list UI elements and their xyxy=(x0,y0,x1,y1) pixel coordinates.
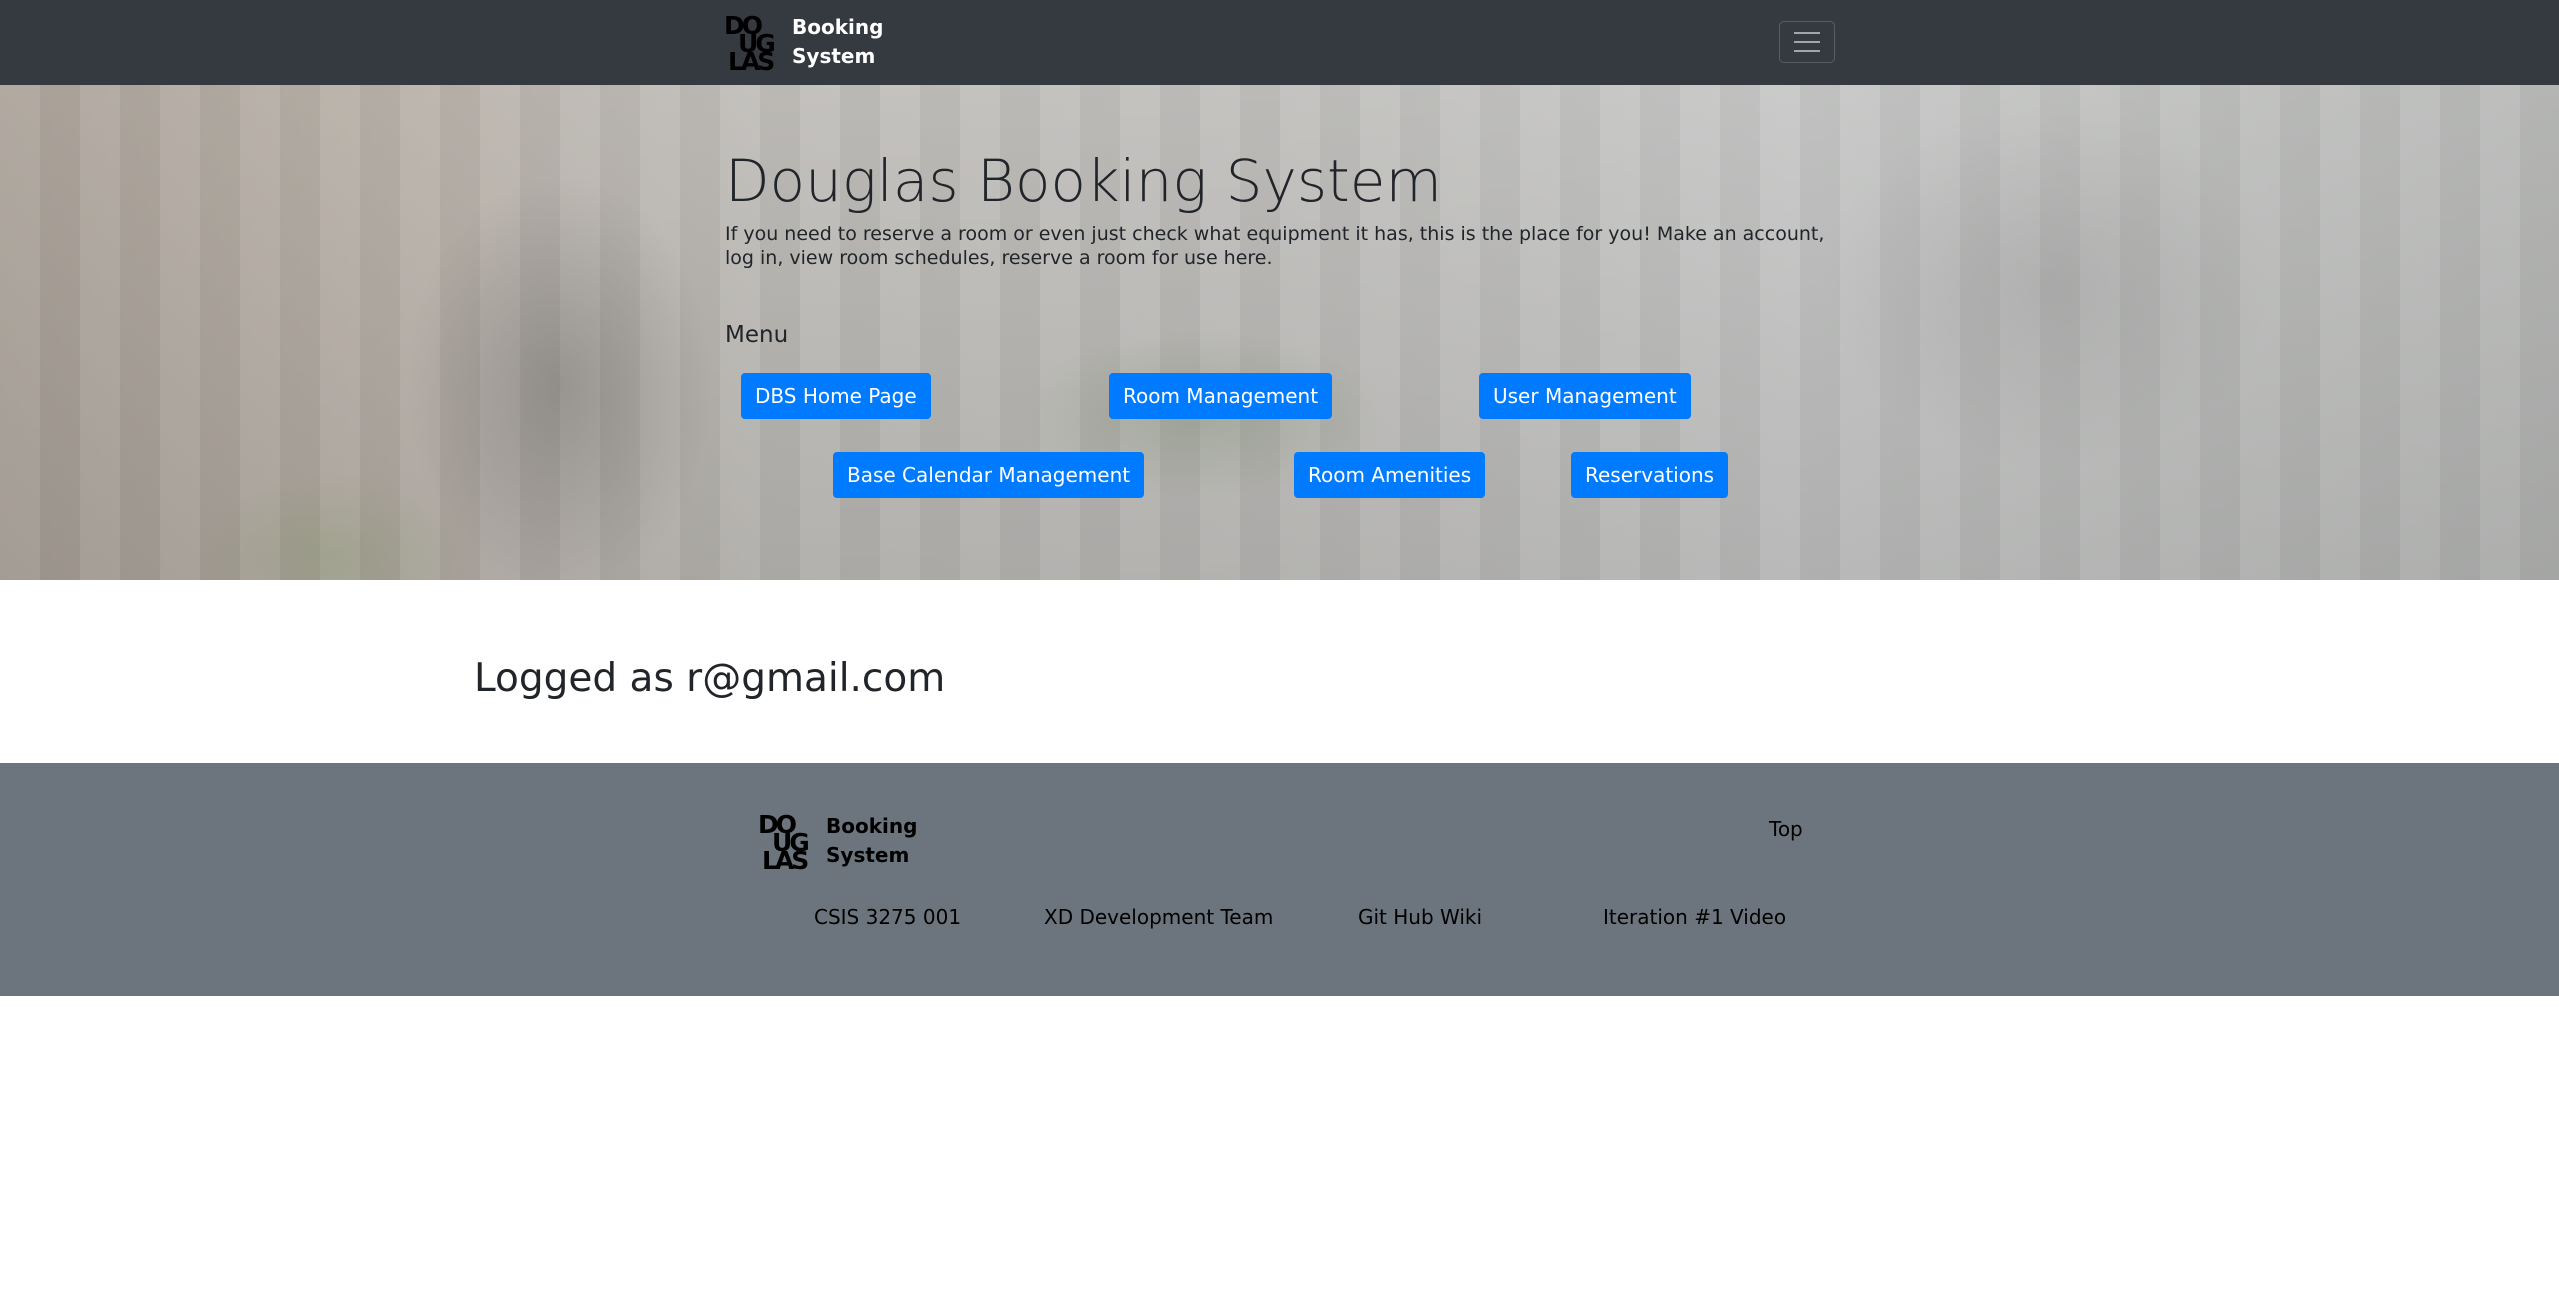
douglas-logo: DO UG LAS xyxy=(758,810,816,875)
hero-container: Douglas Booking System If you need to re… xyxy=(725,85,1835,580)
footer-link-course[interactable]: CSIS 3275 001 xyxy=(814,905,961,929)
footer-link-team[interactable]: XD Development Team xyxy=(1044,905,1273,929)
hamburger-menu-icon xyxy=(1794,32,1820,34)
reservations-button[interactable]: Reservations xyxy=(1571,452,1729,498)
footer: DO UG LAS Booking System Top CSIS 3275 0… xyxy=(0,763,2559,996)
navbar-brand[interactable]: DO UG LAS Booking System xyxy=(724,8,883,76)
logged-in-user-text: Logged as r@gmail.com xyxy=(474,656,946,701)
menu-heading: Menu xyxy=(725,322,789,348)
top-navbar: DO UG LAS Booking System xyxy=(0,0,2559,85)
logo-line-3: LAS xyxy=(728,47,775,76)
user-management-button[interactable]: User Management xyxy=(1479,373,1691,419)
logo-line-3: LAS xyxy=(762,846,809,875)
brand-text: Booking System xyxy=(792,13,883,71)
hamburger-menu-icon xyxy=(1794,41,1820,43)
brand-text-line-2: System xyxy=(792,44,876,68)
hero-lead-text: If you need to reserve a room or even ju… xyxy=(725,223,1825,269)
room-management-button[interactable]: Room Management xyxy=(1109,373,1333,419)
dbs-home-page-button[interactable]: DBS Home Page xyxy=(741,373,931,419)
footer-brand-text-line-2: System xyxy=(826,843,910,867)
douglas-logo: DO UG LAS xyxy=(724,11,782,76)
navbar-toggler-button[interactable] xyxy=(1779,21,1835,63)
room-amenities-button[interactable]: Room Amenities xyxy=(1294,452,1486,498)
footer-brand[interactable]: DO UG LAS Booking System xyxy=(758,807,917,875)
back-to-top-link[interactable]: Top xyxy=(1769,817,1803,841)
footer-link-wiki[interactable]: Git Hub Wiki xyxy=(1358,905,1482,929)
brand-text-line-1: Booking xyxy=(792,15,884,39)
hamburger-menu-icon xyxy=(1794,50,1820,52)
page-title: Douglas Booking System xyxy=(725,147,1442,215)
footer-link-video[interactable]: Iteration #1 Video xyxy=(1603,905,1786,929)
base-calendar-management-button[interactable]: Base Calendar Management xyxy=(833,452,1145,498)
footer-brand-text-line-1: Booking xyxy=(826,814,918,838)
footer-brand-text: Booking System xyxy=(826,812,917,870)
hero-jumbotron: Douglas Booking System If you need to re… xyxy=(0,85,2559,580)
